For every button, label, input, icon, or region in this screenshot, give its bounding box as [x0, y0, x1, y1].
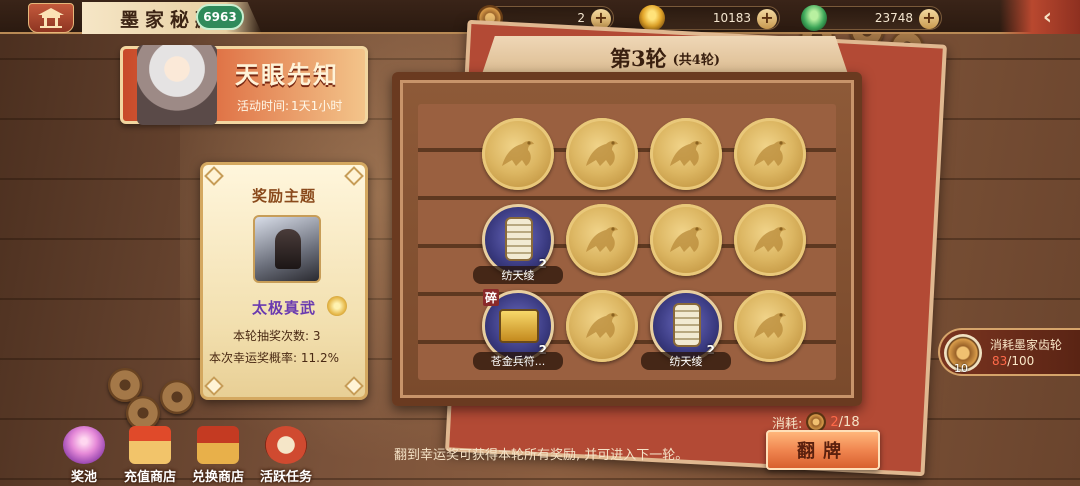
qilin-emblem-icon — [586, 313, 618, 338]
resource-jade-value: 23748 — [874, 11, 913, 25]
event-title: 天眼先知 — [235, 60, 339, 89]
resource-gear-value: 2 — [577, 11, 585, 25]
item-name: 苍金兵符... — [473, 352, 563, 370]
face-down-card[interactable] — [566, 204, 638, 276]
consume-panel[interactable]: 10 消耗墨家齿轮 83/100 — [938, 328, 1080, 376]
treasure-box-icon — [499, 309, 539, 343]
nav-label: 活跃任务 — [259, 470, 312, 485]
qilin-emblem-icon — [754, 227, 786, 252]
qilin-emblem-icon — [586, 227, 618, 252]
consume-max: /100 — [1007, 354, 1035, 368]
hero-portrait — [137, 45, 217, 125]
resource-gold: 10183 + — [639, 5, 780, 31]
qilin-emblem-icon — [586, 141, 618, 166]
consume-current: 83 — [992, 354, 1008, 368]
face-down-card[interactable] — [482, 118, 554, 190]
qilin-emblem-icon — [754, 313, 786, 338]
face-down-card[interactable] — [650, 118, 722, 190]
pavilion-icon — [38, 8, 64, 28]
reward-hero-image[interactable] — [253, 215, 321, 283]
event-time-value: 1天1小时 — [291, 99, 343, 113]
nav-prize-pool[interactable]: 奖池 — [54, 426, 114, 485]
nav-active-task[interactable]: 活跃任务 — [256, 426, 316, 485]
reward-theme-card: 奖励主题 太极真武 本轮抽奖次数: 3 本次幸运奖概率: 11.2% — [200, 162, 368, 400]
card-corner — [204, 376, 224, 396]
active-task-icon — [265, 426, 307, 464]
event-time: 活动时间: 1天1小时 — [235, 97, 342, 114]
luck-rate: 本次幸运奖概率: 11.2% — [209, 351, 339, 365]
qilin-emblem-icon — [502, 141, 534, 166]
silk-scroll-icon — [505, 217, 533, 261]
item-name: 纺天绫 — [641, 352, 731, 370]
consume-progress: 83/100 — [992, 354, 1034, 368]
prize-pool-icon — [63, 426, 105, 464]
qilin-emblem-icon — [670, 227, 702, 252]
resource-jade: 23748 + — [801, 5, 942, 31]
qilin-emblem-icon — [670, 141, 702, 166]
event-banner[interactable]: 天眼先知 活动时间: 1天1小时 — [120, 45, 368, 125]
exchange-shop-icon — [197, 426, 239, 464]
nav-recharge-shop[interactable]: 充值商店 — [120, 426, 180, 485]
face-down-card[interactable] — [566, 118, 638, 190]
round-total: (共4轮) — [672, 52, 720, 68]
flip-cost: 消耗: 2/18 — [772, 412, 860, 432]
cost-have: 2 — [830, 414, 839, 430]
card-corner — [344, 166, 364, 186]
draw-count: 本轮抽奖次数: 3 — [233, 329, 321, 343]
flip-card-button[interactable]: 翻牌 — [766, 430, 880, 470]
face-down-card[interactable] — [734, 204, 806, 276]
back-arrow-icon: ‹ — [1042, 4, 1052, 30]
swap-icon[interactable] — [327, 296, 347, 316]
title-badge: 6963 — [196, 4, 244, 30]
deco-coin — [126, 396, 160, 430]
face-down-card[interactable] — [734, 290, 806, 362]
home-button[interactable] — [28, 3, 74, 33]
gold-ingot-icon — [639, 5, 665, 31]
fragment-badge: 碎 — [483, 289, 500, 306]
gear-token-icon — [806, 412, 827, 432]
item-name: 纺天绫 — [473, 266, 563, 284]
recharge-shop-icon — [129, 426, 171, 464]
card-corner — [344, 376, 364, 396]
nav-label: 奖池 — [70, 470, 97, 485]
face-down-card[interactable] — [566, 290, 638, 362]
reward-theme-title: 奖励主题 — [251, 187, 316, 205]
cost-label: 消耗: — [772, 416, 803, 432]
deco-coin — [160, 380, 194, 414]
event-time-label: 活动时间: — [237, 99, 290, 113]
consume-title: 消耗墨家齿轮 — [990, 338, 1063, 352]
cost-need: /18 — [838, 414, 860, 430]
jade-ingot-icon — [801, 5, 827, 31]
silk-scroll-icon — [673, 303, 701, 347]
face-down-card[interactable] — [734, 118, 806, 190]
nav-exchange-shop[interactable]: 兑换商店 — [188, 426, 248, 485]
face-down-card[interactable] — [650, 204, 722, 276]
hint-text: 翻到幸运奖可获得本轮所有奖励, 并可进入下一轮。 — [394, 448, 689, 463]
add-gold-button[interactable]: + — [757, 9, 777, 29]
card-corner — [204, 166, 224, 186]
nav-label: 充值商店 — [123, 470, 176, 485]
qilin-emblem-icon — [754, 141, 786, 166]
nav-label: 兑换商店 — [191, 470, 244, 485]
resource-gold-value: 10183 — [712, 11, 751, 25]
round-number: 第3轮 — [610, 46, 667, 71]
add-jade-button[interactable]: + — [919, 9, 939, 29]
consume-icon-count: 10 — [954, 362, 968, 375]
back-button[interactable]: ‹ — [1000, 0, 1080, 34]
